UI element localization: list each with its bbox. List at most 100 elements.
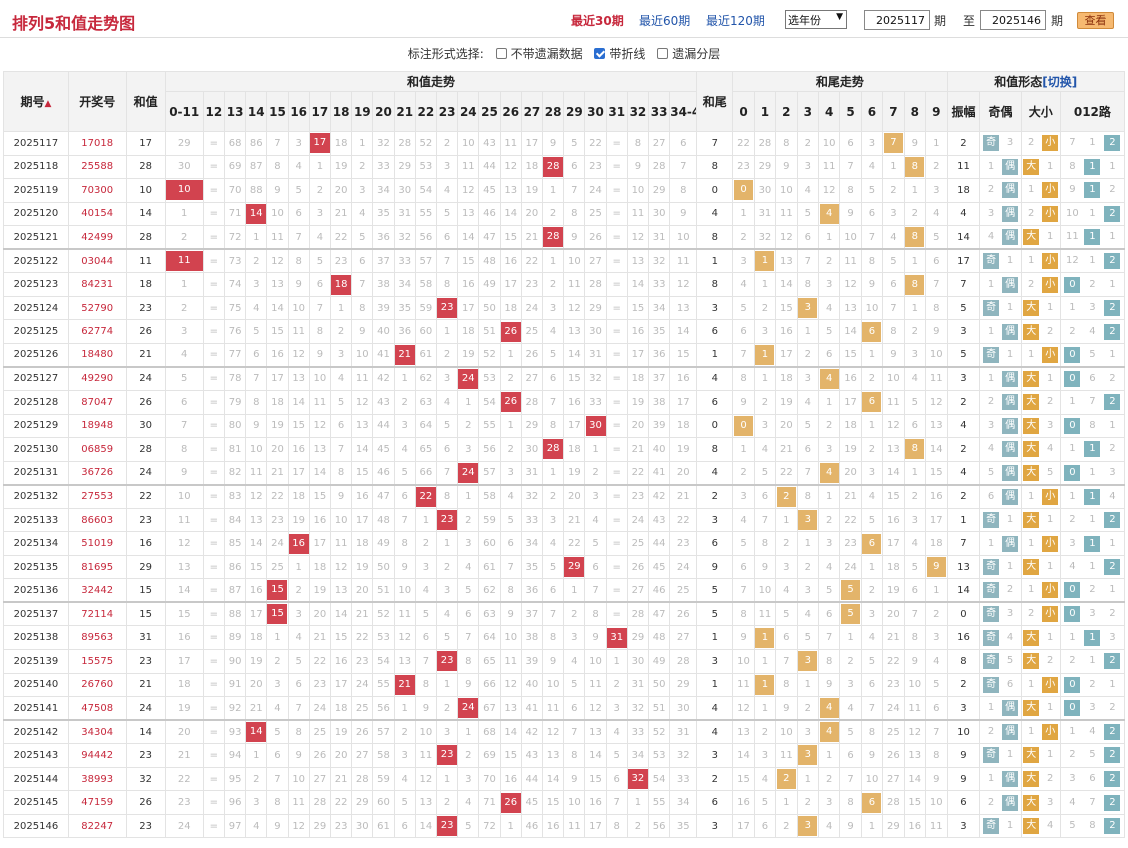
sum-miss-cell: 10 (457, 131, 480, 156)
odd-even-tag: 奇 (983, 629, 1000, 646)
sum-miss-cell: 19 (520, 178, 544, 203)
tail-hit-value: 5 (841, 604, 861, 625)
big-small-miss: 2 (1047, 325, 1054, 337)
route-012-cell: 013 (1059, 460, 1126, 486)
link-recent-60[interactable]: 最近60期 (639, 12, 690, 29)
sum-miss-cell: 1 (435, 319, 459, 344)
option-polyline[interactable]: 带折线 (594, 47, 645, 61)
sum-hit-cell: 24 (457, 460, 480, 486)
sum-miss-cell: 49 (372, 531, 395, 556)
tail-miss-cell: 12 (924, 390, 948, 415)
sum-miss-cell: = (202, 531, 225, 556)
tail-miss-cell: 19 (882, 578, 905, 603)
amplitude-cell: 7 (946, 531, 981, 556)
route-miss: 1 (1089, 655, 1096, 667)
checkbox-checked-icon[interactable] (594, 48, 606, 59)
tail-miss-cell: 1 (903, 248, 926, 274)
link-recent-120[interactable]: 最近120期 (706, 12, 765, 29)
sort-icon[interactable]: ▲ (44, 99, 51, 109)
big-small-miss: 1 (1047, 514, 1054, 526)
tail-hit-value: 4 (819, 368, 839, 389)
route-miss: 1 (1109, 231, 1116, 243)
sum-miss-cell: 27 (648, 131, 671, 156)
tail-hit-value: 1 (755, 674, 775, 695)
sum-cell: 23 (125, 649, 166, 674)
route-miss: 1 (1089, 514, 1096, 526)
sum-miss-cell: 25 (520, 319, 544, 344)
tail-miss-cell: 16 (732, 790, 755, 815)
draw-number-cell: 94442 (67, 743, 127, 768)
sum-miss-cell: 2 (435, 554, 459, 580)
sum-miss-cell: 10 (266, 201, 289, 227)
sum-miss-cell: 69 (223, 154, 247, 180)
sum-miss-cell: = (605, 131, 628, 156)
tail-miss-cell: 10 (775, 178, 798, 203)
big-small-cell: 2小 (1020, 201, 1061, 227)
sum-miss-cell: 6 (457, 601, 480, 627)
route-miss: 11 (1066, 231, 1079, 243)
odd-even-cell: 奇1 (979, 743, 1022, 768)
option-missing-layer[interactable]: 遗漏分层 (657, 47, 720, 61)
tail-cell: 4 (696, 201, 734, 227)
toggle-link[interactable]: [切换] (1042, 75, 1077, 89)
tail-miss-cell: 11 (924, 813, 948, 839)
odd-even-cell: 4偶 (979, 437, 1022, 462)
sum-miss-cell: 15 (308, 483, 331, 509)
sum-miss-cell: 1 (542, 460, 565, 486)
sum-miss-cell: 4 (457, 790, 480, 815)
year-select[interactable]: 选年份 ▼ (785, 10, 847, 29)
sum-miss-cell: 7 (266, 766, 289, 792)
sum-miss-cell: 30 (520, 437, 544, 462)
odd-even-miss: 1 (1006, 255, 1014, 267)
tail-miss-cell: 13 (924, 413, 948, 439)
sum-miss-cell: 10 (542, 672, 565, 698)
sum-miss-cell: 2 (245, 766, 268, 792)
query-button[interactable]: 查看 (1077, 12, 1114, 29)
checkbox-icon[interactable] (657, 48, 669, 59)
tail-miss-cell: 9 (860, 743, 884, 768)
odd-even-miss: 3 (987, 419, 995, 431)
sum-miss-cell: 12 (563, 295, 586, 321)
tail-miss-cell: 2 (860, 437, 884, 462)
tail-hit-value: 5 (841, 580, 861, 601)
sum-miss-cell: 58 (414, 272, 438, 297)
tail-miss-cell: 4 (882, 225, 905, 250)
sum-cell: 14 (125, 719, 166, 745)
sum-miss-cell: 4 (605, 719, 628, 745)
route-miss: 2 (1069, 749, 1076, 761)
tail-hit-value: 0 (734, 415, 754, 436)
option-no-missing[interactable]: 不带遗漏数据 (495, 47, 583, 61)
tail-miss-cell: 1 (732, 437, 755, 462)
to-period-input[interactable]: 2025146 (980, 10, 1046, 30)
sum-miss-cell: 22 (563, 531, 586, 556)
col-period[interactable]: 期号▲ (3, 71, 69, 132)
checkbox-icon[interactable] (495, 48, 507, 59)
odd-even-tag: 奇 (983, 747, 1000, 764)
odd-even-tag: 奇 (983, 582, 1000, 599)
amplitude-cell: 14 (946, 225, 981, 250)
tail-miss-cell: 7 (775, 649, 798, 674)
tail-miss-cell: 1 (775, 790, 798, 815)
from-period-input[interactable]: 2025117 (864, 10, 930, 30)
period-cell: 2025129 (3, 413, 69, 439)
amplitude-cell: 4 (946, 460, 981, 486)
sum-miss-cell: 6 (542, 365, 565, 392)
odd-even-cell: 奇1 (979, 295, 1022, 321)
odd-even-miss: 1 (1006, 749, 1014, 761)
sum-miss-cell: 8 (669, 178, 698, 203)
sum-miss-cell: 44 (478, 154, 501, 180)
route-012-cell: 032 (1059, 696, 1126, 721)
tail-miss-cell: 1 (796, 319, 819, 344)
sum-miss-cell: 5 (287, 649, 310, 674)
table-row: 2025126 18480 21 4 = 77 6 16 12 9 3 10 41 21 61 2 19 52 1 2… (3, 342, 1126, 368)
sum-miss-cell: 15 (329, 625, 353, 651)
big-small-miss: 2 (1047, 773, 1054, 785)
amplitude-cell: 18 (946, 178, 981, 203)
tail-miss-cell: 2 (817, 507, 841, 533)
link-recent-30[interactable]: 最近30期 (571, 12, 624, 29)
tail-miss-cell: 10 (860, 766, 884, 792)
sum-miss-cell: 53 (372, 625, 395, 651)
sum-miss-cell: 3 (435, 154, 459, 180)
big-small-tag: 大 (1023, 559, 1040, 576)
sum-miss-cell: 80 (223, 413, 247, 439)
